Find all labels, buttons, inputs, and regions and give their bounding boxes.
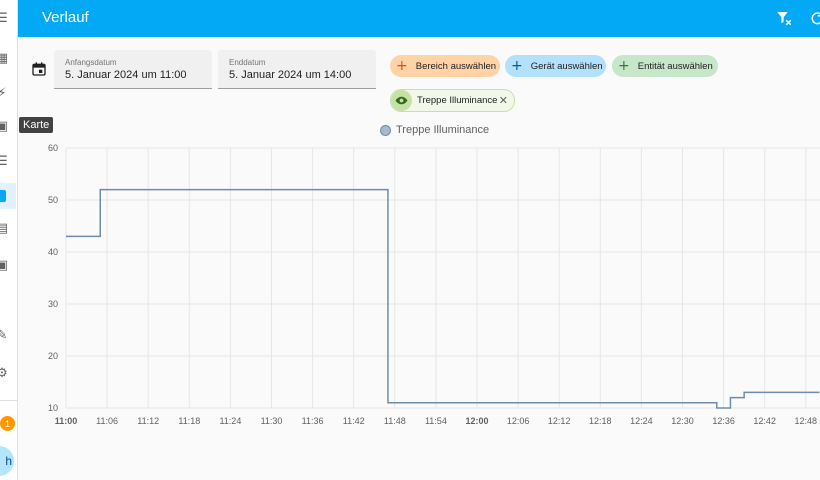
x-tick-label: 11:30 bbox=[261, 416, 283, 426]
y-tick-label: 50 bbox=[48, 195, 58, 205]
eye-icon bbox=[391, 90, 412, 111]
y-tick-label: 40 bbox=[48, 247, 58, 257]
choose-device-label: Gerät auswählen bbox=[530, 60, 603, 72]
choose-entity-button[interactable]: + Entität auswählen bbox=[612, 55, 718, 77]
x-tick-label: 11:48 bbox=[384, 416, 406, 426]
end-date-field[interactable]: Enddatum 5. Januar 2024 um 14:00 bbox=[218, 50, 376, 89]
calendar-icon[interactable] bbox=[31, 61, 47, 77]
x-tick-label: 12:24 bbox=[630, 416, 653, 426]
y-tick-label: 30 bbox=[48, 299, 58, 309]
start-date-label: Anfangsdatum bbox=[65, 58, 117, 67]
energy-icon[interactable]: ⚡ bbox=[0, 85, 10, 101]
selected-entity-label: Treppe Illuminance bbox=[417, 95, 498, 106]
history-chart[interactable]: 10 20 30 40 50 60 11:00 11:06 11:12 11:18 11:24 11:… bbox=[0, 140, 820, 480]
end-date-label: Enddatum bbox=[229, 58, 266, 67]
y-tick-label: 20 bbox=[48, 351, 58, 361]
x-tick-label: 11:54 bbox=[425, 416, 447, 426]
end-date-value: 5. Januar 2024 um 14:00 bbox=[229, 69, 352, 81]
x-tick-label: 12:48 bbox=[795, 416, 818, 426]
menu-icon[interactable]: ☰ bbox=[0, 10, 10, 26]
choose-area-label: Bereich auswählen bbox=[415, 60, 497, 72]
x-tick-label: 12:06 bbox=[507, 416, 530, 426]
plus-icon: + bbox=[618, 58, 630, 74]
x-tick-label: 12:00 bbox=[465, 416, 488, 426]
x-tick-label: 11:12 bbox=[137, 416, 159, 426]
start-date-value: 5. Januar 2024 um 11:00 bbox=[65, 69, 187, 81]
chart-legend[interactable]: Treppe Illuminance bbox=[380, 124, 489, 136]
series-line-treppe-illuminance bbox=[66, 188, 820, 409]
x-tick-label: 12:36 bbox=[712, 416, 735, 426]
y-tick-label: 10 bbox=[48, 403, 58, 413]
page-title: Verlauf bbox=[42, 9, 89, 26]
choose-entity-label: Entität auswählen bbox=[637, 60, 713, 72]
legend-swatch bbox=[380, 124, 391, 136]
x-tick-label: 12:30 bbox=[671, 416, 694, 426]
refresh-icon[interactable] bbox=[808, 9, 820, 27]
x-tick-label: 11:00 bbox=[55, 416, 78, 426]
selected-entity-chip[interactable]: Treppe Illuminance ✕ bbox=[390, 89, 515, 112]
map-icon[interactable]: ▣ bbox=[0, 118, 10, 134]
x-tick-label: 12:42 bbox=[753, 416, 776, 426]
sidebar-tooltip: Karte bbox=[19, 117, 54, 133]
x-tick-label: 12:12 bbox=[548, 416, 571, 426]
x-tick-label: 11:42 bbox=[343, 416, 365, 426]
app-header: Verlauf bbox=[18, 0, 820, 37]
x-tick-label: 11:36 bbox=[302, 416, 324, 426]
choose-area-button[interactable]: + Bereich auswählen bbox=[390, 55, 500, 77]
legend-label: Treppe Illuminance bbox=[396, 124, 490, 136]
plus-icon: + bbox=[511, 58, 523, 74]
x-tick-label: 12:18 bbox=[589, 416, 612, 426]
y-tick-label: 60 bbox=[48, 143, 58, 153]
filter-remove-icon[interactable] bbox=[775, 9, 793, 27]
x-tick-label: 11:24 bbox=[219, 416, 241, 426]
overview-icon[interactable]: ▦ bbox=[0, 50, 10, 66]
choose-device-button[interactable]: + Gerät auswählen bbox=[505, 55, 606, 77]
x-tick-label: 11:18 bbox=[178, 416, 200, 426]
remove-entity-icon[interactable]: ✕ bbox=[499, 94, 508, 107]
x-tick-label: 11:06 bbox=[96, 416, 118, 426]
start-date-field[interactable]: Anfangsdatum 5. Januar 2024 um 11:00 bbox=[54, 50, 212, 89]
plus-icon: + bbox=[396, 58, 408, 74]
